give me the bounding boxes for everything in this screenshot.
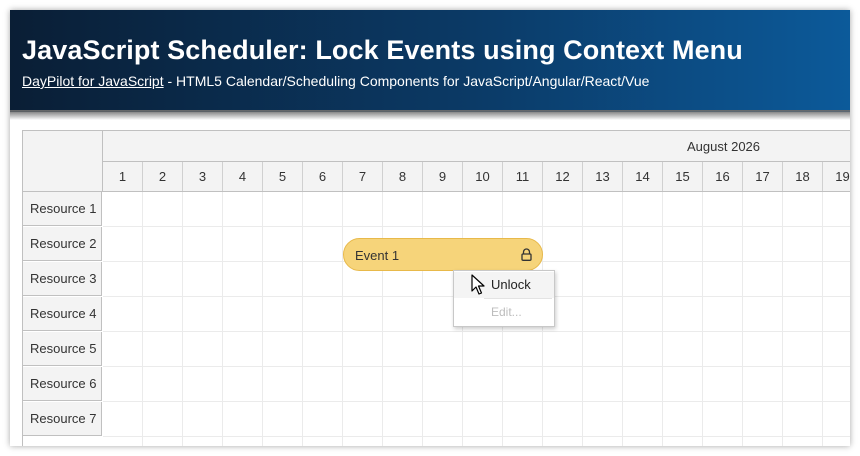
grid-column-line [182, 192, 183, 446]
resource-row-header[interactable]: Resource 5 [23, 332, 102, 366]
context-menu: Unlock Edit... [453, 270, 555, 327]
grid-column-line [382, 192, 383, 446]
daypilot-link[interactable]: DayPilot for JavaScript [22, 73, 164, 89]
day-header-14: 14 [623, 162, 663, 191]
event-box[interactable]: Event 1 [343, 238, 543, 271]
mouse-cursor-icon [471, 274, 485, 295]
grid-column-line [782, 192, 783, 446]
grid-row-line [103, 401, 850, 402]
day-header-17: 17 [743, 162, 783, 191]
day-header-13: 13 [583, 162, 623, 191]
scheduler-corner [23, 131, 103, 192]
app-frame: JavaScript Scheduler: Lock Events using … [10, 10, 850, 446]
grid-row-line [103, 436, 850, 437]
grid-row-line [103, 226, 850, 227]
grid-column-line [142, 192, 143, 446]
grid-row-line [103, 366, 850, 367]
grid-column-line [702, 192, 703, 446]
grid-column-line [822, 192, 823, 446]
day-header-9: 9 [423, 162, 463, 191]
resource-row-header[interactable]: Resource 1 [23, 192, 102, 226]
event-label: Event 1 [355, 248, 400, 263]
day-header-2: 2 [143, 162, 183, 191]
grid-column-line [422, 192, 423, 446]
lock-icon[interactable] [521, 248, 532, 261]
page-title: JavaScript Scheduler: Lock Events using … [22, 35, 743, 65]
day-header-3: 3 [183, 162, 223, 191]
day-header-18: 18 [783, 162, 823, 191]
grid-column-line [582, 192, 583, 446]
scheduler: August 2026 1 2 3 4 5 6 7 8 9 10 11 12 13 14 15 16 17 18 1… [22, 130, 850, 446]
timeline-day-header: 1 2 3 4 5 6 7 8 9 10 11 12 13 14 15 16 17 18 19 [103, 162, 850, 192]
grid-column-line [342, 192, 343, 446]
day-header-12: 12 [543, 162, 583, 191]
resource-row-header[interactable]: Resource 4 [23, 297, 102, 331]
grid-column-line [302, 192, 303, 446]
day-header-1: 1 [103, 162, 143, 191]
day-header-15: 15 [663, 162, 703, 191]
day-header-19: 19 [823, 162, 850, 191]
resource-header-column: Resource 1 Resource 2 Resource 3 Resource 4… [23, 192, 102, 446]
timeline-month-header: August 2026 [103, 131, 850, 162]
tagline: - HTML5 Calendar/Scheduling Components f… [163, 73, 650, 89]
page-header: JavaScript Scheduler: Lock Events using … [10, 10, 850, 112]
day-header-8: 8 [383, 162, 423, 191]
resource-row-header[interactable]: Resource 6 [23, 367, 102, 401]
day-header-5: 5 [263, 162, 303, 191]
resource-row-header[interactable]: Resource 2 [23, 227, 102, 261]
menu-item-edit: Edit... [491, 305, 522, 319]
resource-row-header[interactable]: Resource 3 [23, 262, 102, 296]
day-header-4: 4 [223, 162, 263, 191]
month-label: August 2026 [687, 139, 761, 154]
grid-column-line [662, 192, 663, 446]
page-subtitle: DayPilot for JavaScript - HTML5 Calendar… [22, 73, 649, 89]
grid-column-line [222, 192, 223, 446]
grid-row-line [103, 331, 850, 332]
grid-column-line [622, 192, 623, 446]
day-header-10: 10 [463, 162, 503, 191]
day-header-11: 11 [503, 162, 543, 191]
grid-column-line [262, 192, 263, 446]
menu-item-unlock[interactable]: Unlock [454, 272, 554, 298]
resource-row-header[interactable]: Resource 7 [23, 402, 102, 436]
day-header-6: 6 [303, 162, 343, 191]
grid-column-line [742, 192, 743, 446]
day-header-7: 7 [343, 162, 383, 191]
day-header-16: 16 [703, 162, 743, 191]
header-shadow [10, 110, 850, 120]
